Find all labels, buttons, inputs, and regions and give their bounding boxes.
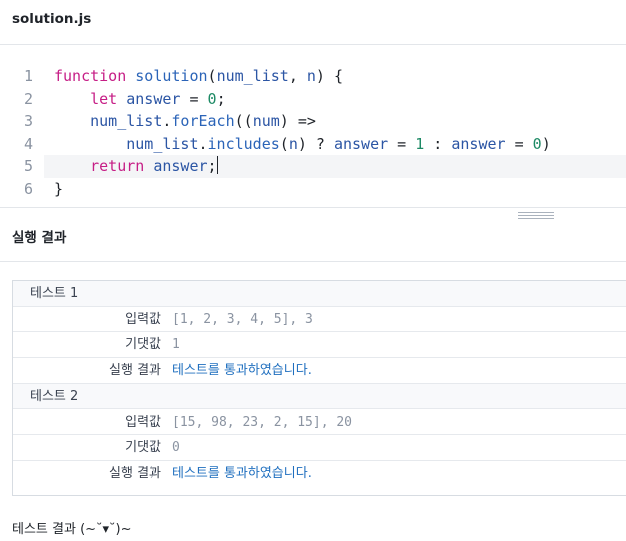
code-token: includes [207,134,280,153]
chevron-right-icon: 〉 [150,465,164,481]
test-results-panel: 테스트 1 입력값 〉 [1, 2, 3, 4, 5], 3 기댓값 〉 1 실행 결과 〉 테스… [12,280,626,496]
code-token: 0 [532,134,542,153]
file-name-tab[interactable]: solution.js [12,11,91,27]
results-title: 실행 결과 [12,230,67,246]
line-number: 4 [23,134,33,153]
line-number: 2 [23,89,33,108]
result-pass-message: 테스트를 통과하였습니다. [172,465,312,481]
code-token: ; [207,157,217,176]
chevron-right-icon: 〉 [150,440,164,456]
code-line[interactable]: 6} [0,178,626,201]
text-cursor [216,156,218,175]
code-token: n [306,67,316,85]
code-token: num [252,112,280,131]
code-token: ( [279,134,289,153]
code-token: forEach [171,112,235,131]
code-token: ( [207,67,217,85]
result-pass-message: 테스트를 통과하였습니다. [172,363,312,379]
code-token: answer [451,134,506,153]
code-token: ) ? [297,134,334,153]
code-token: . [198,134,208,153]
code-token: 1 [415,134,425,153]
test-case-header: 테스트 1 [13,281,626,307]
code-editor[interactable]: 1 function solution(num_list, n) {2 let a… [0,45,626,208]
code-token: function [54,67,127,85]
result-row-value: 1 [172,337,180,353]
test-result-row: 입력값 〉 [15, 98, 23, 2, 15], 20 [13,410,626,436]
result-row-value: [1, 2, 3, 4, 5], 3 [172,311,313,327]
line-number: 6 [23,180,33,198]
test-case-label: 테스트 2 [30,388,79,404]
code-token: 0 [207,89,217,108]
chevron-right-icon: 〉 [150,337,164,353]
results-divider [0,261,626,262]
code-token: ) => [279,112,316,131]
code-token: ) { [315,67,343,85]
test-result-row: 실행 결과 〉 테스트를 통과하였습니다. [13,461,626,487]
code-token: n [288,134,298,153]
code-token: num_list [216,67,289,85]
test-case-label: 테스트 1 [30,286,79,301]
test-case-header: 테스트 2 [13,383,626,410]
code-text: function solution(num_list, n) { [54,65,343,88]
chevron-right-icon: 〉 [150,311,164,327]
line-number: 1 [23,67,33,85]
result-row-value: 0 [172,440,180,456]
chevron-right-icon: 〉 [150,414,164,430]
chevron-right-icon: 〉 [150,363,164,379]
test-result-row: 실행 결과 〉 테스트를 통과하였습니다. [13,358,626,384]
code-text: return answer; [54,155,218,178]
code-text: num_list.includes(n) ? answer = 1 : answ… [54,133,551,156]
test-results-footer: 테스트 결과 (~˘▾˘)~ [12,522,132,537]
code-text: } [54,178,63,201]
code-token: return [90,157,145,176]
resize-handle[interactable] [518,212,554,220]
line-number: 5 [23,157,33,176]
code-token: num_list [126,134,199,153]
code-token: answer [126,89,181,108]
code-token: ) [541,134,551,153]
code-token: answer [333,134,389,153]
code-text: num_list.forEach((num) => [54,110,316,133]
code-text: let answer = 0; [54,88,226,111]
code-token: ; [216,89,226,108]
code-token: answer [153,157,208,176]
code-token: let [90,89,118,108]
test-result-row: 기댓값 〉 1 [13,332,626,359]
file-tab-bar: solution.js [0,0,626,45]
result-row-value: [15, 98, 23, 2, 15], 20 [172,414,353,430]
code-token: = [505,134,533,153]
code-line[interactable]: 5 return answer; [24,155,626,178]
line-number: 3 [23,112,33,131]
code-token: , [288,67,307,85]
code-line[interactable]: 3 num_list.forEach((num) => [0,110,626,133]
code-token: = [388,134,416,153]
code-line[interactable]: 2 let answer = 0; [0,88,626,111]
code-token: = [180,89,208,108]
code-line[interactable]: 4 num_list.includes(n) ? answer = 1 : an… [0,133,626,156]
code-token: num_list [90,112,163,131]
code-token: (( [234,112,253,131]
code-token: } [54,180,64,198]
test-result-row: 입력값 〉 [1, 2, 3, 4, 5], 3 [13,307,626,333]
code-token: solution [135,67,208,85]
test-result-row: 기댓값 〉 0 [13,435,626,461]
code-token: : [424,134,452,153]
code-line[interactable]: 1 function solution(num_list, n) { [0,65,626,88]
